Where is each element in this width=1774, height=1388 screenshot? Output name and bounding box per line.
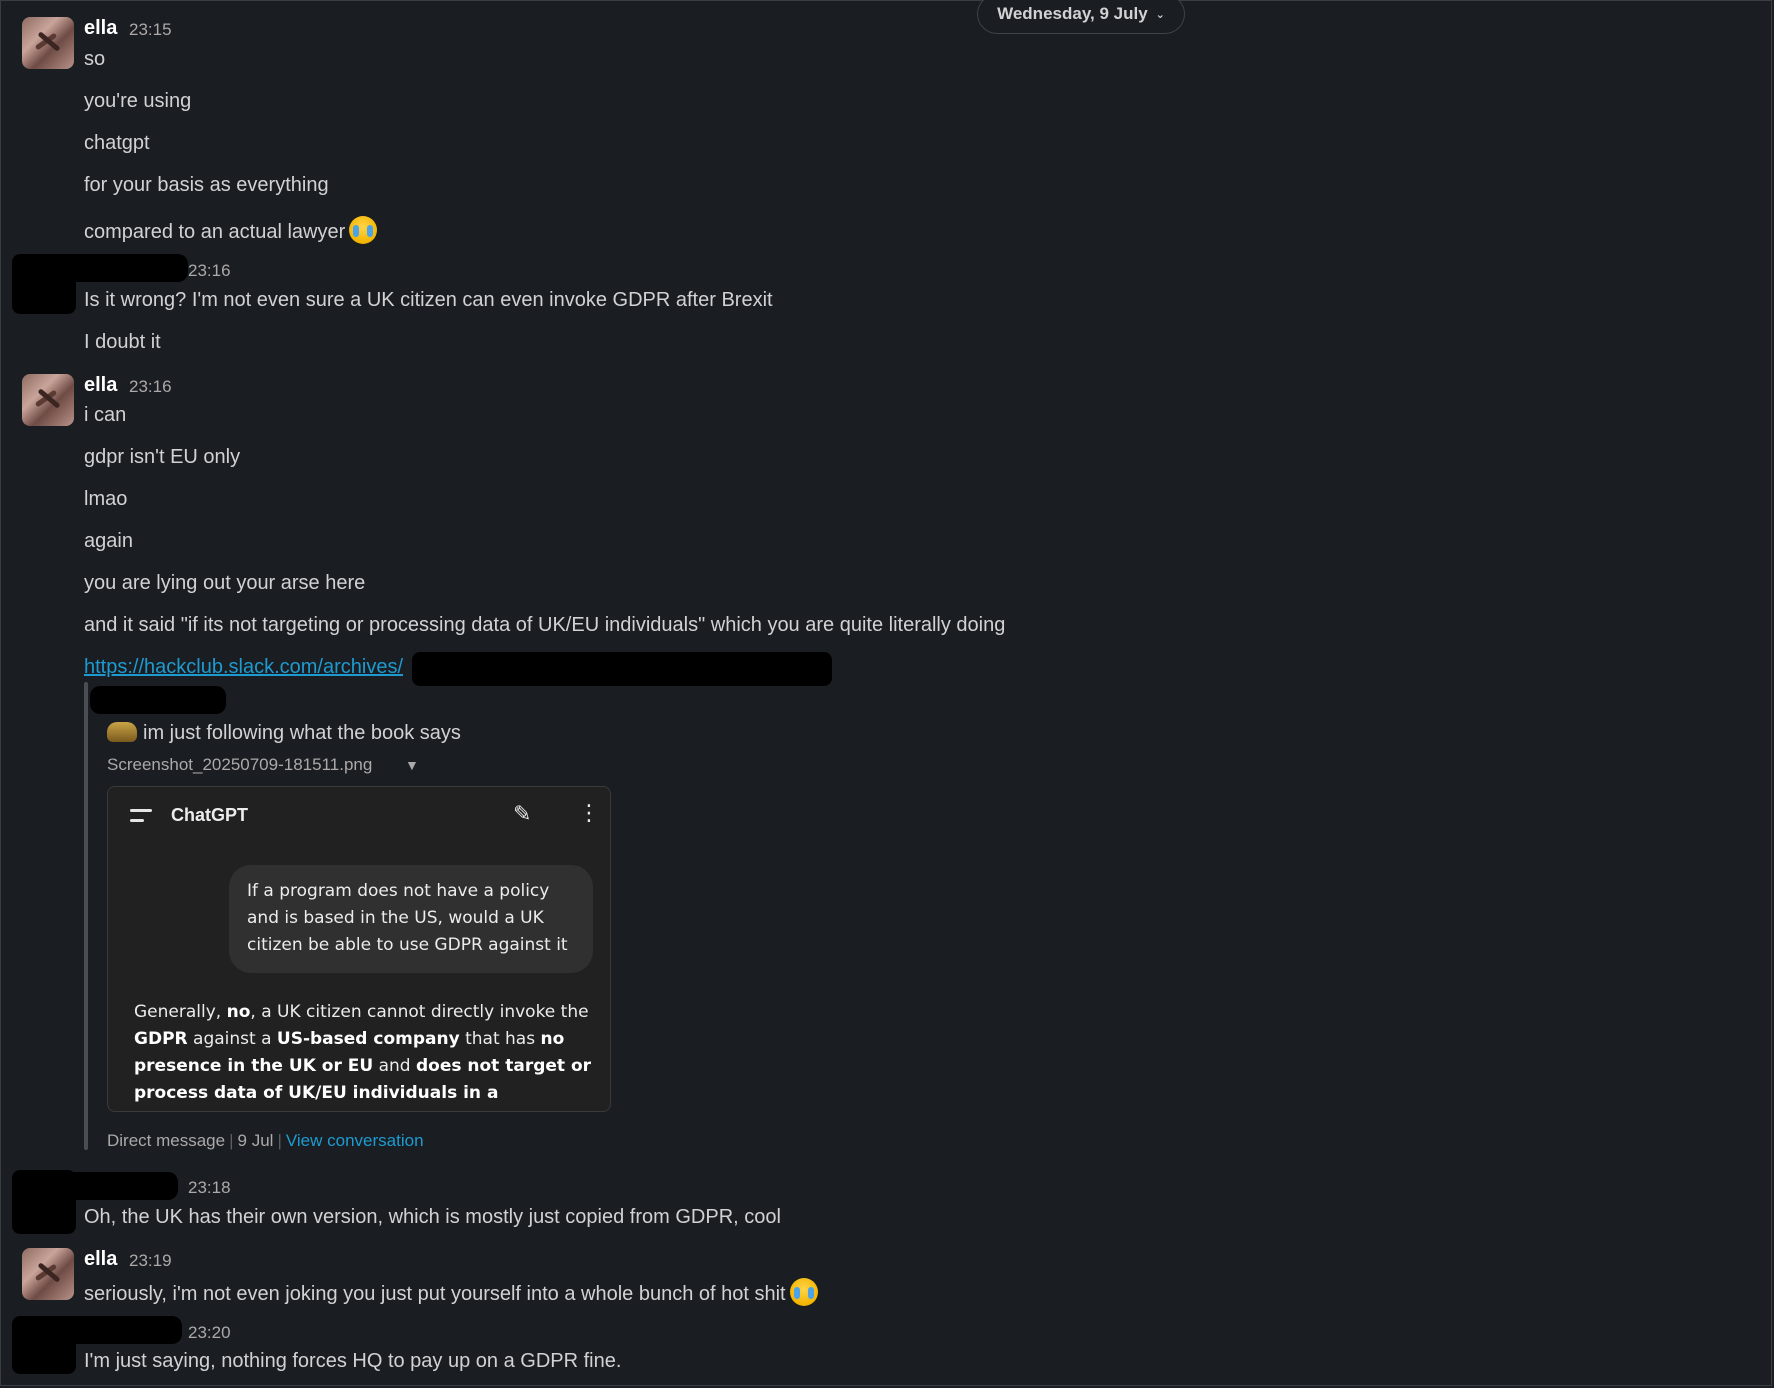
attachment-name[interactable]: Screenshot_20250709-181511.png: [107, 755, 372, 775]
message-text: compared to an actual lawyer: [84, 221, 346, 243]
source-date: 9 Jul: [237, 1131, 274, 1150]
attachment-image[interactable]: ChatGPT ✎ ⋮ If a program does not have a…: [107, 786, 611, 1112]
timestamp[interactable]: 23:18: [188, 1178, 231, 1198]
message-line: chatgpt: [84, 132, 150, 154]
message-line: you're using: [84, 90, 192, 112]
message-line: Is it wrong? I'm not even sure a UK citi…: [84, 289, 773, 311]
date-label: Wednesday, 9 July: [997, 4, 1148, 23]
window-frame: [0, 0, 1772, 1386]
message-line: lmao: [84, 488, 128, 510]
redacted-name: [60, 1316, 182, 1344]
timestamp[interactable]: 23:19: [129, 1251, 172, 1271]
message-line: i can: [84, 404, 127, 426]
view-conversation-link[interactable]: View conversation: [286, 1131, 424, 1150]
caret-down-icon[interactable]: ▼: [405, 757, 419, 773]
timestamp[interactable]: 23:15: [129, 20, 172, 40]
redacted-quoted-author: [90, 686, 226, 714]
quoted-message: im just following what the book says: [107, 722, 461, 745]
author-name[interactable]: ella: [84, 1248, 117, 1271]
date-divider-button[interactable]: Wednesday, 9 July ⌄: [977, 0, 1185, 34]
redacted-link-suffix: [412, 652, 832, 686]
menu-icon: [130, 809, 152, 829]
quote-bar: [84, 682, 88, 1150]
crying-face-emoji-icon: [349, 216, 378, 244]
quoted-text: im just following what the book says: [143, 722, 461, 744]
redacted-name: [60, 254, 188, 282]
quote-footer: Direct message | 9 Jul | View conversation: [107, 1131, 424, 1150]
timestamp[interactable]: 23:16: [129, 377, 172, 397]
more-vertical-icon: ⋮: [578, 800, 600, 825]
message-text: seriously, i'm not even joking you just …: [84, 1283, 786, 1305]
source-label: Direct message: [107, 1131, 226, 1150]
custom-emoji-icon: [107, 722, 137, 742]
message-line: for your basis as everything: [84, 174, 329, 196]
redacted-name: [60, 1172, 178, 1200]
avatar[interactable]: [22, 374, 74, 426]
chevron-down-icon: ⌄: [1155, 8, 1165, 21]
author-name[interactable]: ella: [84, 374, 117, 397]
message-line: so: [84, 48, 106, 70]
user-prompt-bubble: If a program does not have a policy and …: [229, 865, 593, 973]
screenshot-title: ChatGPT: [171, 805, 249, 825]
message-line: you are lying out your arse here: [84, 572, 366, 594]
avatar[interactable]: [22, 1248, 74, 1300]
archive-link[interactable]: https://hackclub.slack.com/archives/: [84, 656, 403, 679]
assistant-answer: Generally, no, a UK citizen cannot direc…: [134, 1002, 592, 1103]
message-line: again: [84, 530, 133, 552]
message-line: and it said "if its not targeting or pro…: [84, 614, 1006, 636]
message-line: seriously, i'm not even joking you just …: [84, 1278, 818, 1306]
author-name[interactable]: ella: [84, 17, 117, 40]
timestamp[interactable]: 23:20: [188, 1323, 231, 1343]
crying-face-emoji-icon: [789, 1278, 818, 1306]
message-line: compared to an actual lawyer: [84, 216, 378, 244]
message-line: Oh, the UK has their own version, which …: [84, 1206, 781, 1228]
timestamp[interactable]: 23:16: [188, 261, 231, 281]
message-line: I'm just saying, nothing forces HQ to pa…: [84, 1350, 622, 1372]
message-line: I doubt it: [84, 331, 161, 353]
new-chat-icon: ✎: [513, 801, 532, 826]
message-line: gdpr isn't EU only: [84, 446, 241, 468]
avatar[interactable]: [22, 17, 74, 69]
